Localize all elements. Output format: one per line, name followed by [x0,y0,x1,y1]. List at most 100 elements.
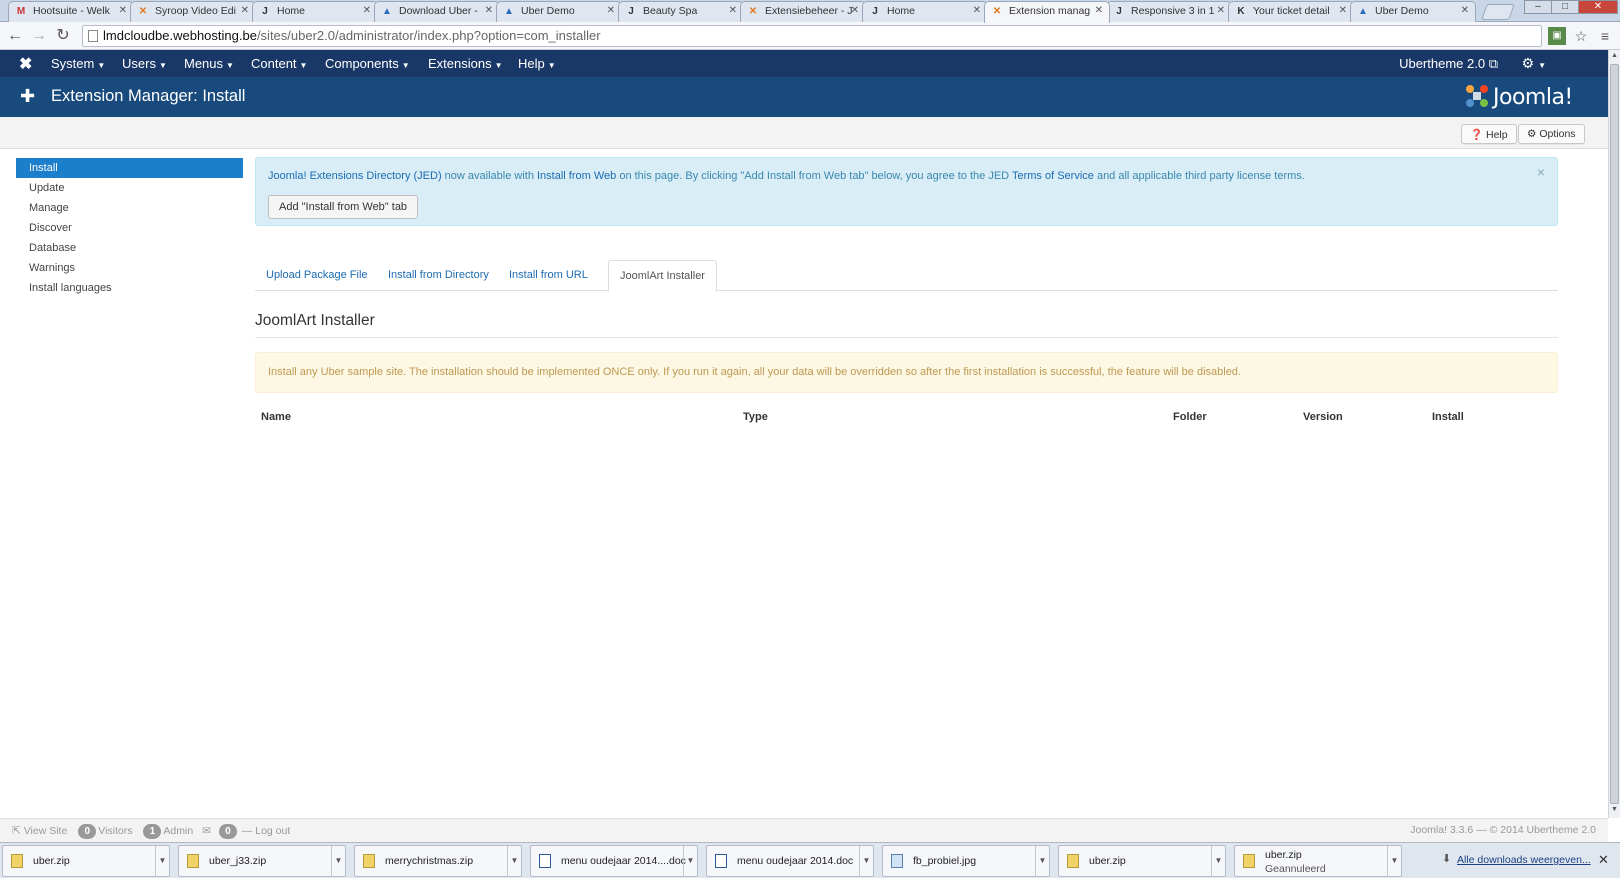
browser-tab[interactable]: M Hootsuite - Welk ✕ [8,1,134,22]
menu-content[interactable]: Content ▼ [251,56,307,71]
browser-tab[interactable]: ▲ Uber Demo ✕ [496,1,622,22]
close-tab-icon[interactable]: ✕ [1461,5,1469,16]
chevron-down-icon[interactable]: ▼ [331,846,345,876]
tab-favicon-icon: J [872,6,878,17]
browser-tab[interactable]: ▲ Download Uber - ✕ [374,1,500,22]
tab-favicon-icon: ▲ [382,6,392,17]
menu-system[interactable]: System ▼ [51,56,105,71]
minimize-icon[interactable]: – [1524,0,1552,14]
view-site-link[interactable]: ⇱ View Site [12,825,67,837]
column-install[interactable]: Install [1432,411,1464,423]
tab-title: Your ticket detail [1253,5,1330,17]
close-tab-icon[interactable]: ✕ [1339,5,1347,16]
bookmark-star-icon[interactable]: ☆ [1572,27,1590,45]
sidebar-item-manage[interactable]: Manage [16,198,243,218]
download-item[interactable]: uber.zip Geannuleerd ▼ [1234,845,1402,877]
scroll-thumb[interactable] [1610,64,1619,804]
browser-tab[interactable]: J Home ✕ [252,1,378,22]
sidebar-item-install[interactable]: Install [16,158,243,178]
close-shelf-icon[interactable]: ✕ [1598,852,1609,868]
download-item[interactable]: menu oudejaar 2014....doc ▼ [530,845,698,877]
tab-joomlart-installer[interactable]: JoomlArt Installer [608,260,717,292]
menu-users[interactable]: Users ▼ [122,56,167,71]
chevron-down-icon[interactable]: ▼ [155,846,169,876]
chevron-down-icon[interactable]: ▼ [859,846,873,876]
tab-upload-package-file[interactable]: Upload Package File [255,260,379,291]
add-install-from-web-button[interactable]: Add "Install from Web" tab [268,195,419,219]
forward-arrow-icon[interactable]: → [28,26,50,46]
browser-tab[interactable]: ▲ Uber Demo ✕ [1350,1,1476,22]
chevron-down-icon[interactable]: ▼ [1211,846,1225,876]
sidebar-item-warnings[interactable]: Warnings [16,258,243,278]
menu-help[interactable]: Help ▼ [518,56,556,71]
terms-of-service-link[interactable]: Terms of Service [1012,170,1094,182]
column-version[interactable]: Version [1303,411,1343,423]
close-tab-icon[interactable]: ✕ [1095,5,1103,16]
download-item[interactable]: uber.zip ▼ [1058,845,1226,877]
joomla-logo-icon[interactable]: ✖ [19,54,32,74]
browser-tab[interactable]: K Your ticket detail ✕ [1228,1,1354,22]
address-bar[interactable]: lmdcloudbe.webhosting.be/sites/uber2.0/a… [82,25,1542,47]
close-notice-icon[interactable]: × [1537,164,1545,180]
vertical-scrollbar[interactable]: ▲ ▼ [1608,50,1620,818]
close-tab-icon[interactable]: ✕ [973,5,981,16]
download-item[interactable]: menu oudejaar 2014.doc ▼ [706,845,874,877]
menu-components[interactable]: Components ▼ [325,56,410,71]
sidebar-item-install-languages[interactable]: Install languages [16,278,243,298]
user-gear-icon[interactable]: ⚙ ▼ [1522,55,1546,72]
column-type[interactable]: Type [743,411,768,423]
close-tab-icon[interactable]: ✕ [363,5,371,16]
help-button[interactable]: ❓ Help [1461,124,1517,144]
close-tab-icon[interactable]: ✕ [729,5,737,16]
logout-link[interactable]: — Log out [242,825,290,837]
download-item[interactable]: uber.zip ▼ [2,845,170,877]
browser-tab[interactable]: J Responsive 3 in 1 ✕ [1106,1,1232,22]
browser-tab[interactable]: J Home ✕ [862,1,988,22]
page-title: Extension Manager: Install [51,87,246,105]
download-item[interactable]: merrychristmas.zip ▼ [354,845,522,877]
close-tab-icon[interactable]: ✕ [851,5,859,16]
menu-label: Help [518,56,545,71]
divider [255,337,1558,338]
close-tab-icon[interactable]: ✕ [607,5,615,16]
install-from-web-link[interactable]: Install from Web [537,170,616,182]
maximize-icon[interactable]: □ [1551,0,1579,14]
download-item[interactable]: uber_j33.zip ▼ [178,845,346,877]
close-tab-icon[interactable]: ✕ [119,5,127,16]
options-button[interactable]: ⚙ Options [1518,124,1585,144]
tab-install-from-url[interactable]: Install from URL [498,260,599,291]
window-close-icon[interactable]: ✕ [1578,0,1618,14]
chevron-down-icon[interactable]: ▼ [1035,846,1049,876]
sidebar-item-update[interactable]: Update [16,178,243,198]
envelope-icon[interactable]: ✉ [202,825,211,837]
extension-image-icon[interactable]: ▣ [1548,27,1566,45]
chevron-down-icon[interactable]: ▼ [1387,846,1401,876]
menu-menus[interactable]: Menus ▼ [184,56,234,71]
chevron-down-icon[interactable]: ▼ [507,846,521,876]
column-folder[interactable]: Folder [1173,411,1207,423]
column-name[interactable]: Name [261,411,291,423]
reload-icon[interactable]: ↻ [52,26,74,46]
browser-tab[interactable]: J Beauty Spa ✕ [618,1,744,22]
scroll-down-icon[interactable]: ▼ [1611,806,1618,813]
download-item[interactable]: fb_probiel.jpg ▼ [882,845,1050,877]
tab-install-from-directory[interactable]: Install from Directory [377,260,500,291]
close-tab-icon[interactable]: ✕ [485,5,493,16]
close-tab-icon[interactable]: ✕ [241,5,249,16]
scroll-up-icon[interactable]: ▲ [1611,52,1618,59]
site-link[interactable]: Ubertheme 2.0 ⧉ [1399,56,1498,72]
close-tab-icon[interactable]: ✕ [1217,5,1225,16]
browser-tab-active[interactable]: ✕ Extension manag ✕ [984,1,1110,23]
jed-link[interactable]: Joomla! Extensions Directory (JED) [268,170,442,182]
browser-tab[interactable]: ✕ Syroop Video Edi ✕ [130,1,256,22]
tab-favicon-icon: ✕ [138,6,148,17]
sidebar-item-database[interactable]: Database [16,238,243,258]
show-all-downloads-link[interactable]: Alle downloads weergeven... [1457,854,1591,866]
new-tab-button[interactable] [1481,4,1515,20]
chevron-down-icon[interactable]: ▼ [683,846,697,876]
back-arrow-icon[interactable]: ← [4,26,26,46]
menu-extensions[interactable]: Extensions ▼ [428,56,503,71]
sidebar-item-discover[interactable]: Discover [16,218,243,238]
browser-tab[interactable]: ✕ Extensiebeheer - J ✕ [740,1,866,22]
browser-menu-icon[interactable]: ≡ [1596,27,1614,45]
